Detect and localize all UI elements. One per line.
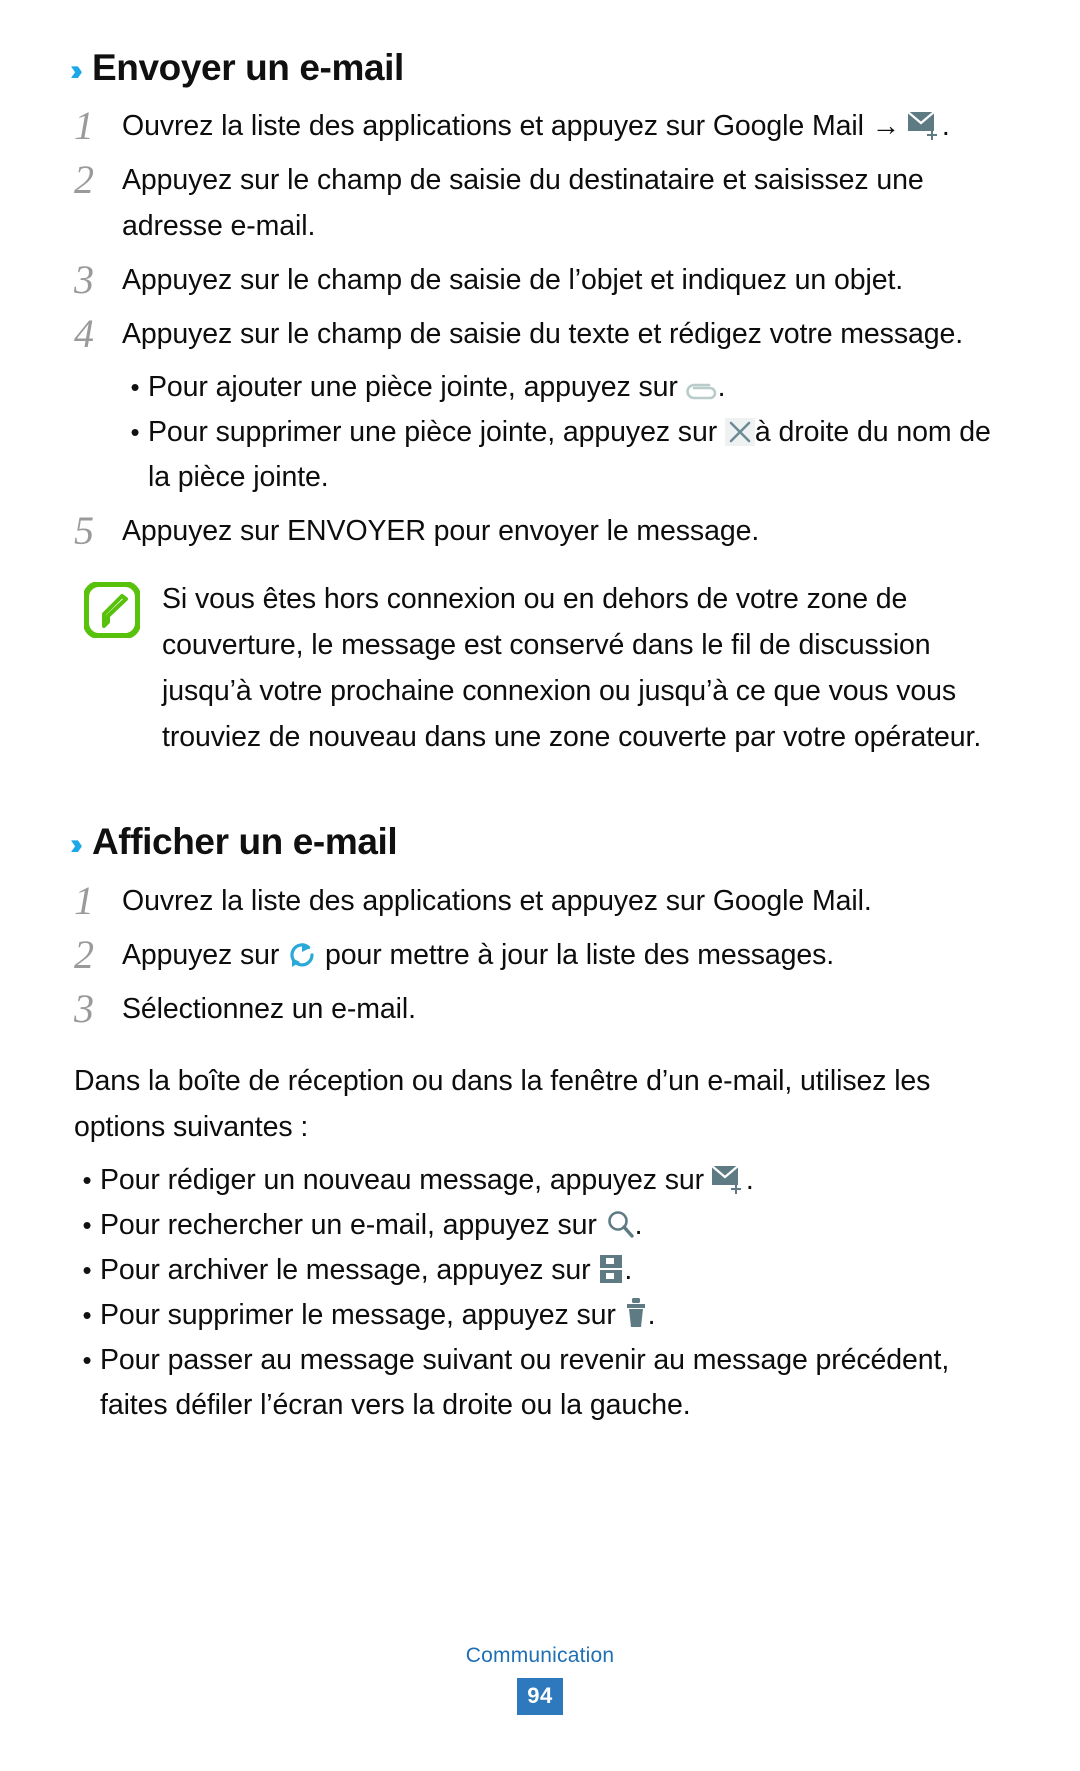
step-text-before: Ouvrez la liste des applications et appu… [122, 109, 864, 142]
step-item: 2 Appuyez sur pour mettre à jour la list… [70, 932, 1010, 978]
list-item: • Pour passer au message suivant ou reve… [74, 1338, 1010, 1428]
step-number: 4 [74, 310, 94, 356]
list-item-text: Pour ajouter une pièce jointe, appuyez s… [148, 365, 1010, 410]
list-item-text-after: . [745, 1164, 754, 1197]
list-item-text-before: Pour ajouter une pièce jointe, appuyez s… [148, 370, 678, 403]
step-number: 3 [74, 256, 94, 302]
close-x-icon [724, 417, 755, 446]
step-text: Appuyez sur le champ de saisie du texte … [122, 317, 964, 350]
footer-chapter-label: Communication [465, 1644, 615, 1667]
step-number: 1 [74, 102, 94, 148]
bullet-dot-icon: • [130, 416, 140, 447]
bullet-dot-icon: • [82, 1210, 92, 1241]
step-item: 2 Appuyez sur le champ de saisie du dest… [70, 157, 1010, 249]
step-text: Appuyez sur ENVOYER pour envoyer le mess… [122, 514, 760, 547]
step-number: 1 [74, 878, 94, 924]
bullet-dot-icon: • [82, 1165, 92, 1196]
step-text: Ouvrez la liste des applications et appu… [122, 885, 872, 918]
step-text-after: . [941, 109, 950, 142]
list-item-text-before: Pour supprimer le message, appuyez sur [100, 1299, 616, 1332]
list-item-text: Pour archiver le message, appuyez sur . [100, 1248, 1010, 1293]
compose-mail-icon [711, 1164, 746, 1195]
section-title: Afficher un e-mail [91, 820, 398, 862]
sub-bullet-list: • Pour ajouter une pièce jointe, appuyez… [122, 365, 1010, 500]
list-item: • Pour ajouter une pièce jointe, appuyez… [122, 365, 1010, 410]
list-item-text-before: Pour archiver le message, appuyez sur [100, 1254, 591, 1287]
step-text: Appuyez sur pour mettre à jour la liste … [122, 932, 1010, 978]
section-heading-envoyer: ›› Envoyer un e-mail [70, 47, 1010, 89]
list-item: • Pour rechercher un e-mail, appuyez sur… [74, 1203, 1010, 1248]
list-item: • Pour supprimer une pièce jointe, appuy… [122, 410, 1010, 500]
compose-mail-icon [907, 110, 942, 140]
bullet-dot-icon: • [82, 1255, 92, 1286]
page-number-badge: 94 [517, 1678, 563, 1715]
step-item: 3 Appuyez sur le champ de saisie de l’ob… [70, 257, 1010, 303]
refresh-icon [287, 941, 317, 969]
page-footer: Communication 94 [0, 1644, 1080, 1715]
list-item: • Pour rédiger un nouveau message, appuy… [74, 1158, 1010, 1203]
step-item: 1 Ouvrez la liste des applications et ap… [70, 103, 1010, 149]
step-text: Ouvrez la liste des applications et appu… [122, 103, 1010, 149]
list-item-text-after: . [647, 1299, 656, 1332]
list-item-text: Pour supprimer le message, appuyez sur . [100, 1293, 1010, 1338]
step-number: 5 [74, 507, 94, 553]
list-item-text-after: . [624, 1254, 633, 1287]
step-item: 4 Appuyez sur le champ de saisie du text… [70, 311, 1010, 357]
step-item: 3 Sélectionnez un e-mail. [70, 986, 1010, 1032]
archive-cabinet-icon [598, 1254, 624, 1284]
page-title: Envoyer un e-mail [91, 47, 404, 88]
options-list: • Pour rédiger un nouveau message, appuy… [74, 1158, 1010, 1428]
list-item-text: Pour supprimer une pièce jointe, appuyez… [148, 410, 1010, 500]
list-item-text-before: Pour rechercher un e-mail, appuyez sur [100, 1209, 597, 1242]
step-item: 1 Ouvrez la liste des applications et ap… [70, 878, 1010, 924]
trash-icon [624, 1297, 648, 1329]
step-number: 2 [74, 156, 94, 202]
list-item: • Pour archiver le message, appuyez sur … [74, 1248, 1010, 1293]
bullet-dot-icon: • [130, 371, 140, 402]
chevron-right-icon: ›› [70, 827, 83, 861]
list-item-text: Pour passer au message suivant ou reveni… [100, 1344, 950, 1422]
bullet-dot-icon: • [82, 1300, 92, 1331]
list-item-text: Pour rédiger un nouveau message, appuyez… [100, 1158, 1010, 1203]
manual-page: ›› Envoyer un e-mail 1 Ouvrez la liste d… [0, 0, 1080, 1771]
list-item-text-after: . [717, 370, 726, 403]
arrow-right-glyph: → [871, 109, 901, 142]
list-item-text-before: Pour supprimer une pièce jointe, appuyez… [148, 415, 718, 448]
list-item-text-after: . [634, 1209, 643, 1242]
section-paragraph: Dans la boîte de réception ou dans la fe… [74, 1065, 931, 1144]
list-item: • Pour supprimer le message, appuyez sur… [74, 1293, 1010, 1338]
note-box: Si vous êtes hors connexion ou en dehors… [83, 576, 1010, 760]
note-text: Si vous êtes hors connexion ou en dehors… [162, 582, 982, 753]
chevron-right-icon: ›› [70, 54, 83, 87]
section-heading-afficher: ›› Afficher un e-mail [70, 820, 1010, 863]
note-leaf-icon [83, 580, 141, 639]
paperclip-icon [685, 381, 718, 401]
step-text-after: pour mettre à jour la liste des messages… [324, 939, 835, 972]
step-text-before: Appuyez sur [122, 939, 280, 972]
list-item-text: Pour rechercher un e-mail, appuyez sur . [100, 1203, 1010, 1248]
step-text: Sélectionnez un e-mail. [122, 993, 416, 1026]
bullet-dot-icon: • [82, 1345, 92, 1376]
step-number: 2 [74, 932, 94, 978]
step-text: Appuyez sur le champ de saisie du destin… [122, 163, 924, 242]
step-item: 5 Appuyez sur ENVOYER pour envoyer le me… [70, 508, 1010, 554]
list-item-text-before: Pour rédiger un nouveau message, appuyez… [100, 1164, 704, 1197]
step-number: 3 [74, 986, 94, 1032]
step-text: Appuyez sur le champ de saisie de l’obje… [122, 263, 904, 296]
search-icon [605, 1209, 635, 1239]
